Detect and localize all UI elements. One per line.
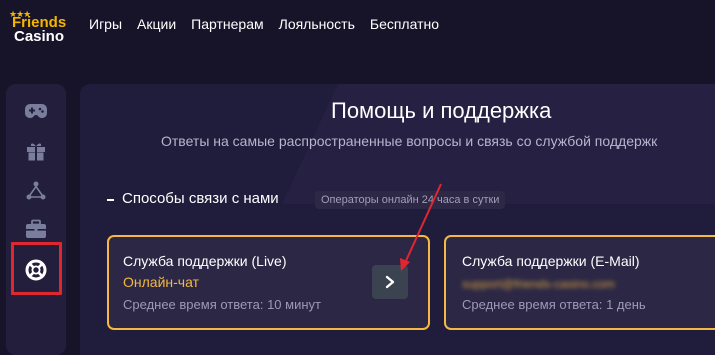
card-title: Служба поддержки (E-Mail) bbox=[462, 253, 640, 269]
page-subtitle: Ответы на самые распространенные вопросы… bbox=[161, 133, 658, 149]
support-highlight-frame bbox=[11, 242, 62, 295]
main-nav: Игры Акции Партнерам Лояльность Бесплатн… bbox=[89, 16, 454, 34]
card-email-address[interactable]: support@friends-casino.com bbox=[462, 277, 615, 291]
briefcase-icon bbox=[26, 219, 46, 238]
section-title[interactable]: Способы связи с нами bbox=[122, 190, 279, 207]
sidebar-item-promotions[interactable] bbox=[21, 136, 51, 166]
card-response-time: Среднее время ответа: 1 день bbox=[462, 297, 646, 312]
sidebar-item-games[interactable] bbox=[21, 96, 51, 126]
gamepad-icon bbox=[25, 104, 47, 118]
nav-item-free[interactable]: Бесплатно bbox=[370, 16, 439, 34]
open-live-chat-button[interactable] bbox=[372, 265, 408, 299]
nav-item-games[interactable]: Игры bbox=[89, 16, 122, 34]
logo-line2: Casino bbox=[14, 28, 65, 45]
section-collapse-icon[interactable] bbox=[107, 199, 114, 201]
gift-icon bbox=[27, 143, 45, 161]
chevron-right-icon bbox=[385, 275, 395, 289]
operators-online-badge: Операторы онлайн 24 часа в сутки bbox=[315, 191, 506, 209]
page-title: Помощь и поддержка bbox=[331, 98, 552, 123]
card-channel: Онлайн-чат bbox=[123, 274, 199, 290]
email-support-card[interactable]: Служба поддержки (E-Mail) support@friend… bbox=[444, 235, 715, 330]
card-response-time: Среднее время ответа: 10 минут bbox=[123, 297, 321, 312]
nav-item-promotions[interactable]: Акции bbox=[137, 16, 176, 34]
nav-item-partners[interactable]: Партнерам bbox=[191, 16, 263, 34]
card-title: Служба поддержки (Live) bbox=[123, 253, 287, 269]
sidebar bbox=[6, 84, 66, 355]
sidebar-item-loyalty[interactable] bbox=[21, 214, 51, 244]
brand-logo[interactable]: ★★★ Friends Casino bbox=[6, 8, 68, 46]
network-icon bbox=[26, 181, 46, 200]
top-header: ★★★ Friends Casino Игры Акции Партнерам … bbox=[0, 0, 715, 50]
nav-item-loyalty[interactable]: Лояльность bbox=[279, 16, 355, 34]
sidebar-item-partners[interactable] bbox=[21, 176, 51, 206]
